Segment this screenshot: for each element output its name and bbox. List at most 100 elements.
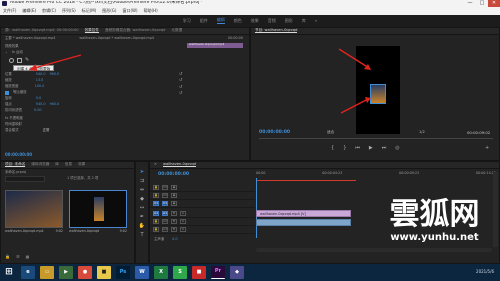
folder-icon[interactable]: ▭ (40, 266, 54, 279)
word-icon[interactable]: W (135, 266, 149, 279)
step-back-icon[interactable]: ⏮ (355, 145, 360, 152)
reset-icon[interactable]: ↺ (179, 90, 185, 95)
sticky-icon[interactable]: ■ (97, 266, 111, 279)
track-label[interactable]: V3 (162, 185, 168, 190)
solo-icon[interactable]: S (180, 227, 186, 232)
master-value[interactable]: 0.0 (172, 237, 177, 242)
effect-footer-timecode[interactable]: 00:00:00:00 (5, 152, 32, 157)
position-y-value[interactable]: 960.0 (50, 72, 60, 77)
green-app-icon[interactable]: S (173, 266, 187, 279)
add-button-icon[interactable]: + (485, 145, 489, 152)
tab-metadata[interactable]: 元数据 (171, 28, 182, 33)
store-icon[interactable]: ◆ (230, 266, 244, 279)
anchor-x-value[interactable]: 540.0 (36, 102, 46, 107)
program-scrubber[interactable] (259, 138, 493, 139)
track-eye-icon[interactable]: ◉ (171, 193, 177, 198)
scale-width-value[interactable]: 100.0 (35, 84, 45, 89)
project-item-thumbnail[interactable] (5, 190, 63, 228)
video-clip[interactable]: wallhaven-0qxvqd.mp4 [V] (256, 210, 351, 217)
track-lock-icon[interactable]: 🔒 (153, 193, 159, 198)
track-a3[interactable]: 🔒 A3 M S (150, 226, 255, 234)
blend-mode-select[interactable]: 正常 (43, 128, 50, 133)
tab-media-browser[interactable]: 媒体浏览器 (31, 162, 49, 167)
scale-value[interactable]: 13.0 (36, 78, 44, 83)
menu-item-markers[interactable]: 标记(M) (82, 8, 97, 13)
tab-program[interactable]: 节目: wallhaven-0qxvqd (255, 28, 298, 34)
track-label[interactable]: A2 (162, 219, 168, 224)
rotation-value[interactable]: 0.0 (36, 96, 41, 101)
excel-icon[interactable]: X (154, 266, 168, 279)
track-lock-icon[interactable]: 🔒 (153, 185, 159, 190)
uniform-scale-checkbox[interactable] (5, 91, 9, 95)
razor-tool-icon[interactable]: ◆ (139, 196, 146, 204)
track-v2[interactable]: 🔒 V2 ◉ (150, 192, 255, 200)
workspace-more[interactable]: » (315, 18, 317, 23)
track-eye-icon[interactable]: ◉ (171, 185, 177, 190)
workspace-libraries[interactable]: 库 (302, 18, 306, 23)
solo-icon[interactable]: S (180, 211, 186, 216)
menu-item-help[interactable]: 帮助(H) (144, 8, 158, 13)
workspace-learn[interactable]: 学习 (183, 18, 191, 23)
solo-icon[interactable]: S (180, 219, 186, 224)
menu-item-edit[interactable]: 编辑(E) (22, 8, 36, 13)
workspace-editing[interactable]: 编辑 (216, 17, 225, 24)
mute-icon[interactable]: M (171, 211, 177, 216)
minimize-button[interactable]: — (464, 0, 476, 7)
slip-tool-icon[interactable]: ↔ (139, 205, 146, 213)
selection-tool-icon[interactable]: ➤ (139, 169, 146, 177)
program-timecode[interactable]: 00:00:00:00 (259, 130, 290, 135)
tab-sequence[interactable]: wallhaven-0qxvqd (163, 162, 196, 168)
tab-audio-clip-mixer[interactable]: 音频剪辑混合器: wallhaven-0qxvqd (105, 28, 165, 33)
reset-icon[interactable]: ↺ (179, 77, 185, 82)
mark-in-icon[interactable]: { (331, 145, 334, 152)
icon-view-icon[interactable]: ▦ (26, 254, 30, 259)
project-sequence-thumbnail[interactable] (69, 190, 127, 228)
list-view-icon[interactable]: ☰ (16, 254, 20, 259)
timeline-zoom-bar[interactable] (256, 248, 492, 252)
mute-icon[interactable]: M (171, 227, 177, 232)
lock-icon[interactable]: 🔒 (5, 254, 10, 259)
chat-icon[interactable]: ● (78, 266, 92, 279)
workspace-effects[interactable]: 效果 (251, 18, 259, 23)
tab-project[interactable]: 项目: 未命名 (5, 162, 26, 168)
track-label[interactable]: V1 (162, 201, 168, 206)
program-fit-select[interactable]: 适合 (327, 130, 334, 135)
ie-icon[interactable]: e (21, 266, 35, 279)
effect-source-label[interactable]: 主要 * wallhaven-0qxvqd.mp4 (5, 36, 55, 41)
hand-tool-icon[interactable]: ✋ (139, 223, 146, 231)
maximize-button[interactable]: □ (476, 0, 488, 7)
position-x-value[interactable]: 540.0 (36, 72, 46, 77)
track-source-patch[interactable]: A1 (153, 211, 159, 216)
tab-info[interactable]: 信息 (65, 162, 72, 167)
premiere-icon[interactable]: Pr (211, 266, 225, 279)
ellipse-mask-icon[interactable] (9, 58, 14, 63)
menu-item-sequence[interactable]: 序列(S) (62, 8, 76, 13)
track-a1[interactable]: A1 A1 M S (150, 210, 255, 218)
project-search-input[interactable] (5, 176, 45, 182)
track-label[interactable]: V2 (162, 193, 168, 198)
tab-libraries[interactable]: 库 (55, 162, 59, 167)
tab-effects[interactable]: 效果 (78, 162, 85, 167)
track-lock-icon[interactable]: 🔒 (153, 227, 159, 232)
track-source-patch[interactable]: V1 (153, 201, 159, 206)
menu-item-clip[interactable]: 剪辑(C) (42, 8, 56, 13)
track-v1[interactable]: V1 V1 ◉ (150, 200, 255, 208)
tab-effect-controls[interactable]: 效果控件 (84, 28, 99, 34)
track-label[interactable]: A3 (162, 227, 168, 232)
timeline-ruler[interactable]: 00:00 00:00:04:23 00:00:09:23 00:00:14:2… (256, 171, 496, 176)
step-forward-icon[interactable]: ⏭ (382, 145, 387, 152)
timeline-close-icon[interactable]: ✕ (154, 162, 157, 167)
track-label[interactable]: A1 (162, 211, 168, 216)
workspace-assembly[interactable]: 组件 (200, 18, 208, 23)
timeline-timecode[interactable]: 00:00:00:00 (158, 172, 189, 177)
workspace-color[interactable]: 颜色 (234, 18, 242, 23)
export-frame-icon[interactable]: ◎ (395, 145, 399, 152)
program-quality-select[interactable]: 1/2 (419, 130, 425, 135)
menu-item-file[interactable]: 文件(F) (3, 8, 16, 13)
reset-icon[interactable]: ↺ (179, 84, 185, 89)
track-v3[interactable]: 🔒 V3 ◉ (150, 184, 255, 192)
media-icon[interactable]: ▶ (59, 266, 73, 279)
track-lock-icon[interactable]: 🔒 (153, 219, 159, 224)
workspace-graphics[interactable]: 图形 (285, 18, 293, 23)
type-tool-icon[interactable]: T (139, 232, 146, 240)
